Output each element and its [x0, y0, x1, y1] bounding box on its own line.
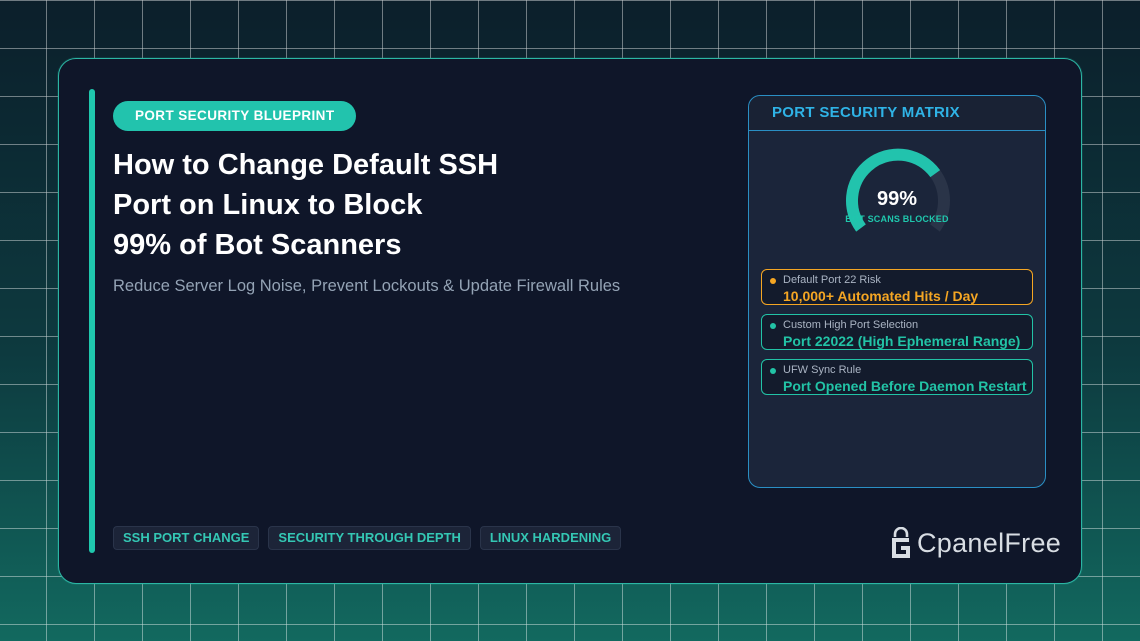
main-card: PORT SECURITY BLUEPRINT How to Change De…	[58, 58, 1082, 584]
gauge-label: BOT SCANS BLOCKED	[845, 214, 949, 224]
brand-name: CpanelFree	[917, 527, 1062, 558]
matrix-row-port-22-risk: Default Port 22 Risk 10,000+ Automated H…	[761, 269, 1033, 305]
row-value: 10,000+ Automated Hits / Day	[783, 288, 979, 304]
status-dot-icon	[770, 278, 776, 284]
port-security-matrix: PORT SECURITY MATRIX 99% BOT SCANS BLOCK…	[748, 95, 1046, 488]
row-value: Port 22022 (High Ephemeral Range)	[783, 333, 1021, 349]
status-dot-icon	[770, 368, 776, 374]
row-label: Default Port 22 Risk	[783, 274, 881, 286]
title-line: Port on Linux to Block	[113, 189, 423, 221]
brand-logo: CpanelFree	[889, 527, 1061, 559]
row-value: Port Opened Before Daemon Restart	[783, 378, 1027, 394]
matrix-row-custom-port: Custom High Port Selection Port 22022 (H…	[761, 314, 1033, 350]
matrix-row-ufw-sync: UFW Sync Rule Port Opened Before Daemon …	[761, 359, 1033, 395]
tag-security-through-depth: SECURITY THROUGH DEPTH	[268, 526, 471, 550]
tag-linux-hardening: LINUX HARDENING	[479, 526, 622, 550]
accent-bar	[89, 89, 95, 553]
title-line: How to Change Default SSH	[113, 149, 499, 181]
lock-icon	[892, 527, 910, 558]
title-line: 99% of Bot Scanners	[113, 229, 402, 261]
category-badge: PORT SECURITY BLUEPRINT	[113, 101, 357, 131]
row-label: Custom High Port Selection	[783, 319, 919, 331]
tag-ssh-port-change: SSH PORT CHANGE	[113, 526, 260, 550]
tag-list: SSH PORT CHANGE SECURITY THROUGH DEPTH L…	[113, 526, 622, 550]
row-label: UFW Sync Rule	[783, 364, 862, 376]
gauge-value: 99%	[876, 188, 918, 210]
page-title: How to Change Default SSH Port on Linux …	[113, 145, 498, 265]
matrix-title: PORT SECURITY MATRIX	[749, 96, 1045, 131]
subtitle: Reduce Server Log Noise, Prevent Lockout…	[113, 277, 621, 295]
status-dot-icon	[770, 323, 776, 329]
